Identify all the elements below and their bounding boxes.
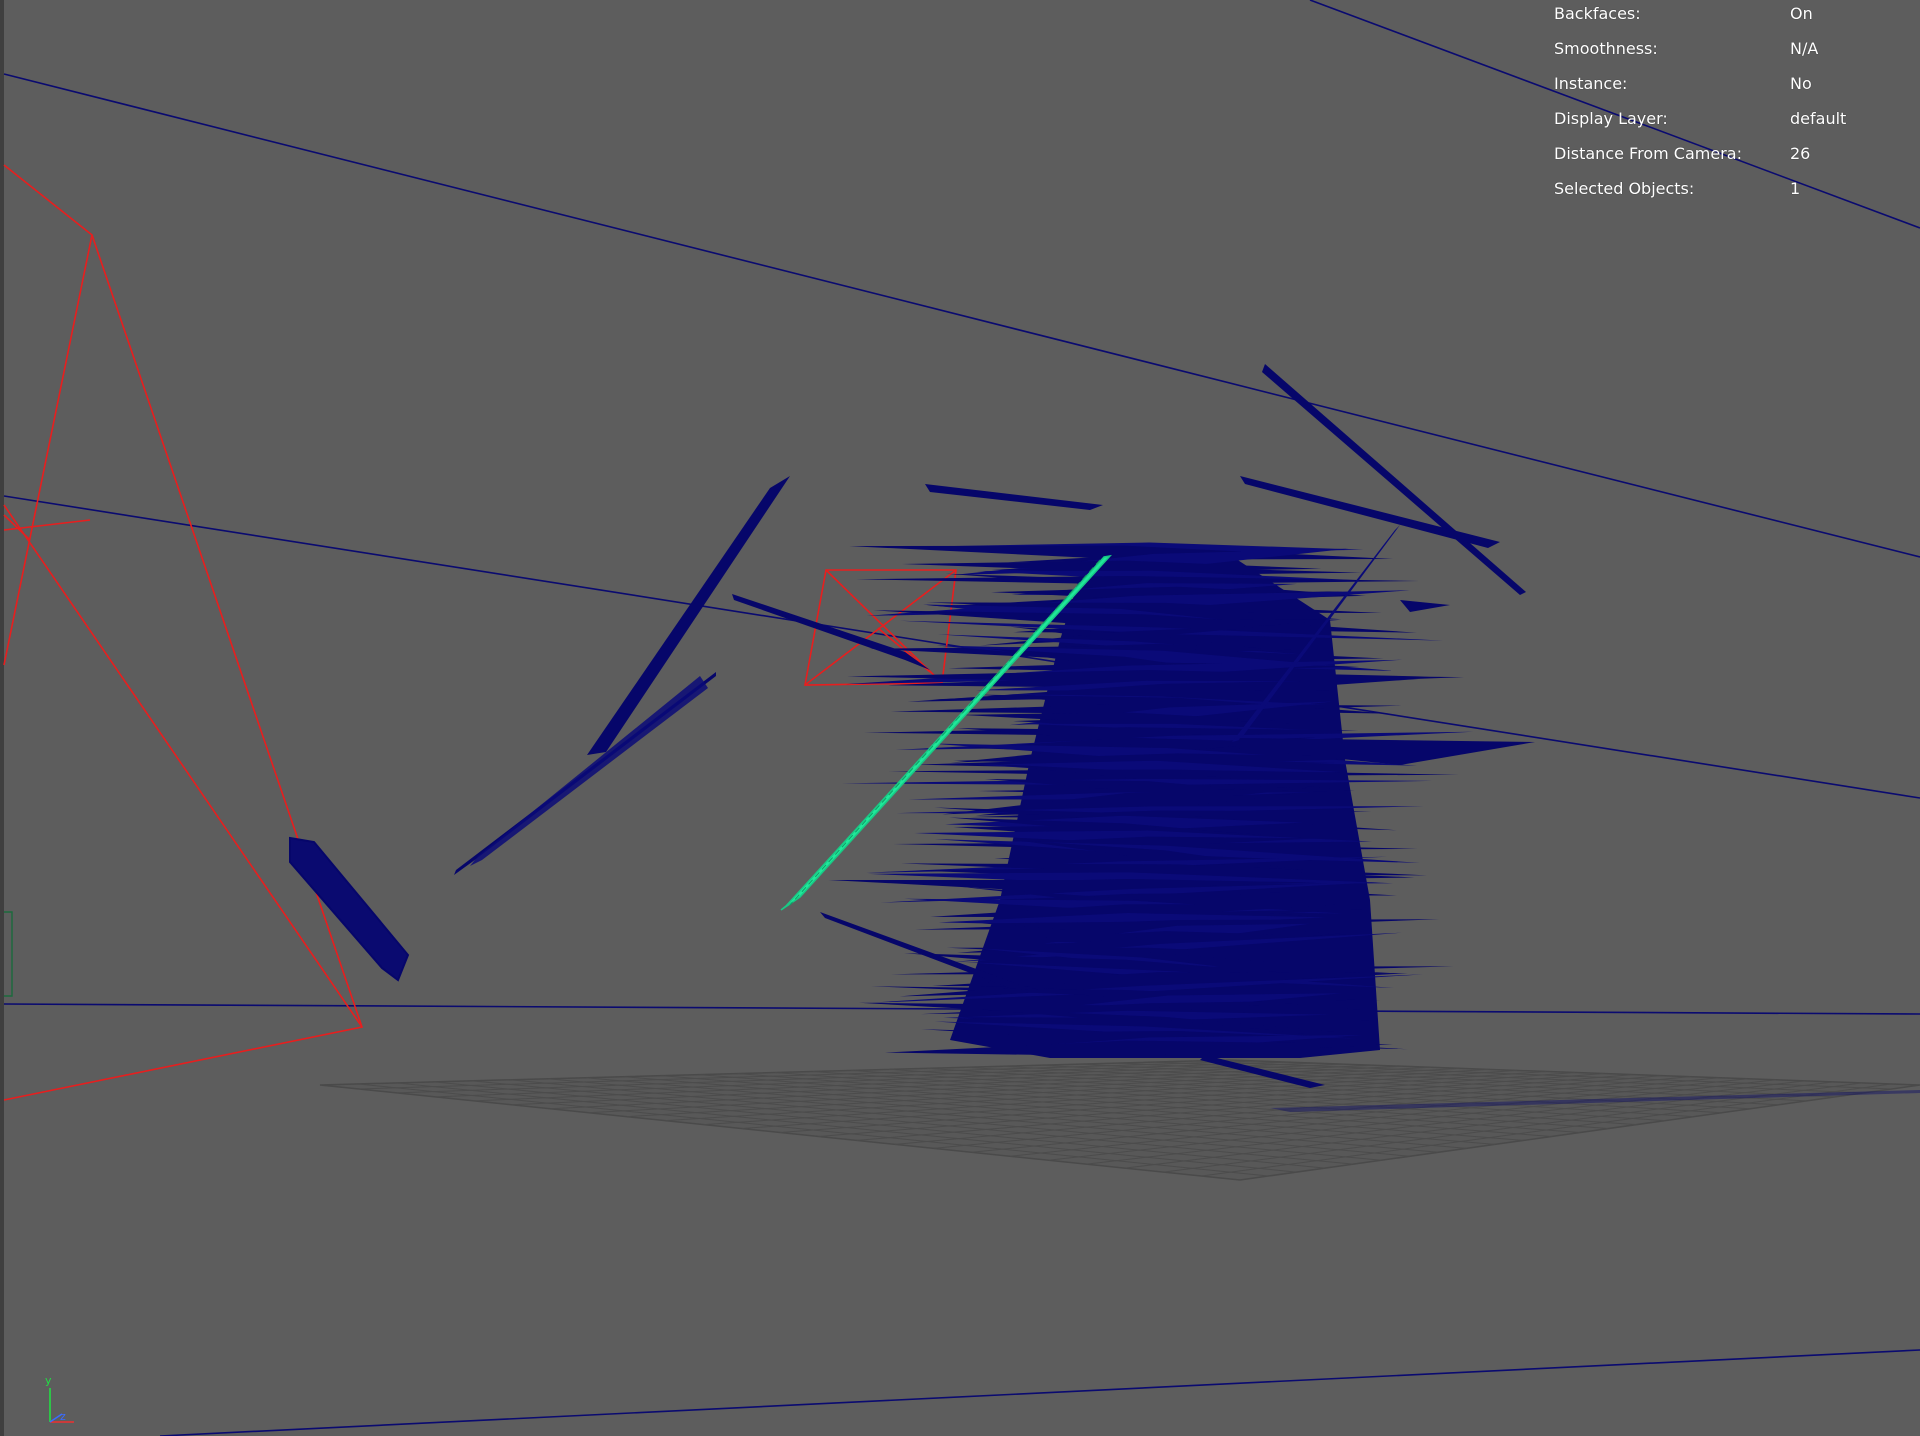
hud-value: N/A [1790, 39, 1819, 58]
axis-gizmo-icon: y z [45, 1374, 74, 1423]
small-green-bracket [4, 911, 13, 997]
hud-label: Distance From Camera: [1554, 144, 1742, 163]
hud-label: Selected Objects: [1554, 179, 1695, 198]
ground-grid [319, 1059, 1920, 1181]
hud-row-display-layer: Display Layer: default [1554, 107, 1914, 142]
hud-value: On [1790, 4, 1813, 23]
z-axis-label: z [60, 1410, 66, 1423]
scene-canvas[interactable] [0, 0, 1920, 1436]
hud-row-distance: Distance From Camera: 26 [1554, 142, 1914, 177]
hud-value: No [1790, 74, 1812, 93]
hud-row-smoothness: Smoothness: N/A [1554, 37, 1914, 72]
hud-value: 1 [1790, 179, 1801, 198]
camera-frustum [3, 164, 364, 1101]
hud-label: Instance: [1554, 74, 1628, 93]
3d-viewport[interactable]: Backfaces: On Smoothness: N/A Instance: … [0, 0, 1920, 1436]
hud-label: Backfaces: [1554, 4, 1641, 23]
hud-row-instance: Instance: No [1554, 72, 1914, 107]
hud-value: default [1790, 109, 1847, 128]
particle-stack[interactable] [828, 542, 1474, 1058]
hud-value: 26 [1790, 144, 1811, 163]
hud-row-selected-objects: Selected Objects: 1 [1554, 177, 1914, 212]
y-axis-label: y [45, 1374, 52, 1387]
hud-label: Smoothness: [1554, 39, 1658, 58]
hud-row-backfaces: Backfaces: On [1554, 2, 1914, 37]
hud-info-panel: Backfaces: On Smoothness: N/A Instance: … [1554, 2, 1914, 212]
hud-label: Display Layer: [1554, 109, 1668, 128]
